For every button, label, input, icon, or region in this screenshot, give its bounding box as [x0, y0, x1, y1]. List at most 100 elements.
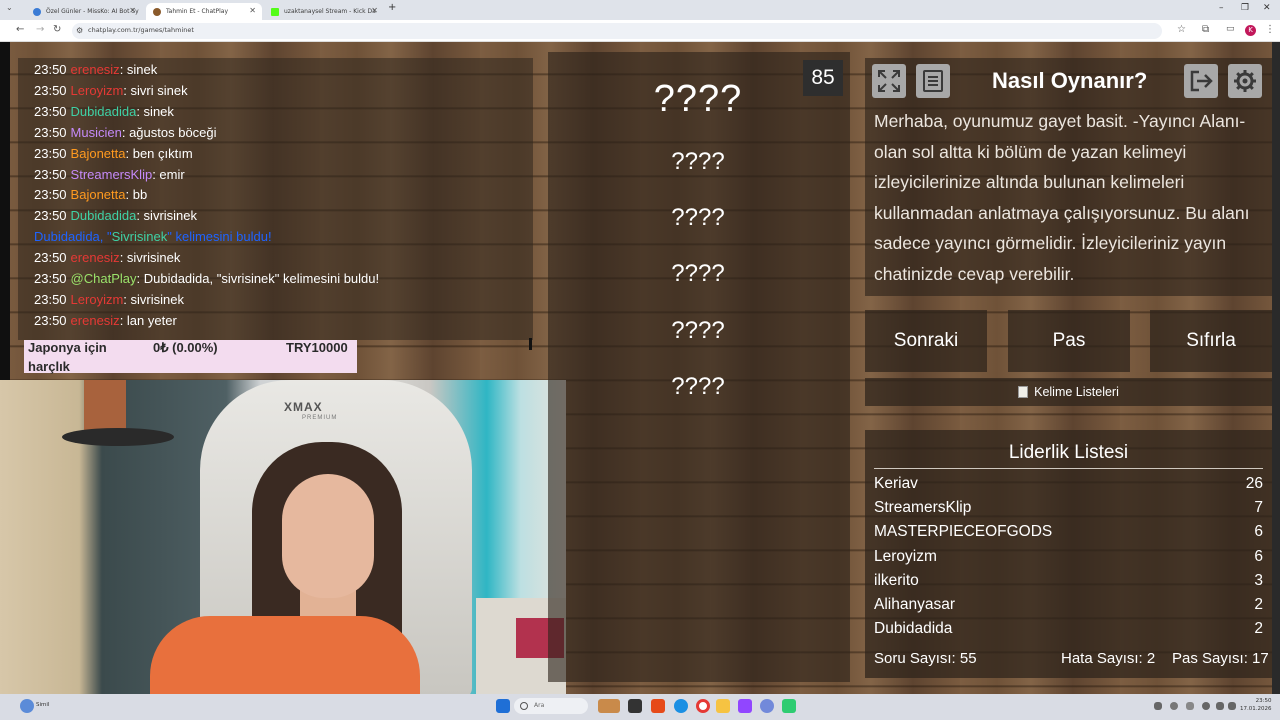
message-username[interactable]: @ChatPlay: [71, 271, 137, 286]
player-score: 6: [1254, 548, 1263, 565]
tab-search-icon[interactable]: ⌄: [6, 3, 13, 12]
widgets-icon[interactable]: [598, 699, 620, 713]
reload-icon[interactable]: ↻: [53, 24, 61, 35]
profile-avatar[interactable]: K: [1245, 25, 1256, 36]
battery-icon[interactable]: [1228, 702, 1236, 710]
exit-button[interactable]: [1184, 64, 1218, 98]
bookmark-star-icon[interactable]: ☆: [1177, 24, 1186, 35]
reset-button[interactable]: Sıfırla: [1150, 310, 1272, 372]
word-panel: ???? ???? ???? ???? ???? ????: [548, 52, 850, 682]
os-taskbar: Simil Ara 23:50 17.01.2026: [0, 694, 1280, 720]
search-label: Ara: [534, 702, 545, 709]
chat-message: 23:50 Bajonetta: ben çıktım: [34, 146, 193, 161]
message-username[interactable]: Bajonetta: [71, 187, 126, 202]
message-time: 23:50: [34, 208, 67, 224]
player-name: Leroyizm: [874, 548, 937, 565]
tab-misskow[interactable]: Özel Günler - MissKo: AI Bot Sy ✕: [26, 3, 142, 20]
taskbar-clock[interactable]: 23:50 17.01.2026: [1240, 697, 1272, 713]
sidebar-icon[interactable]: ▭: [1226, 24, 1235, 34]
message-username[interactable]: erenesiz: [71, 313, 120, 328]
file-explorer-icon[interactable]: [716, 699, 730, 713]
message-text: : sinek: [136, 103, 174, 119]
chrome-icon[interactable]: [696, 699, 710, 713]
forward-icon[interactable]: →: [36, 24, 44, 35]
close-tab-icon[interactable]: ✕: [249, 6, 256, 15]
next-button[interactable]: Sonraki: [865, 310, 987, 372]
leaderboard-row: MASTERPIECEOFGODS 6: [874, 523, 1263, 545]
word-lists-button[interactable]: Kelime Listeleri: [865, 378, 1272, 406]
error-count: Hata Sayısı: 2: [1061, 650, 1156, 667]
tab-kick[interactable]: uzaktanaysel Stream - Kick Da ✕: [264, 3, 384, 20]
donation-goal: TRY10000: [286, 340, 348, 355]
edge-icon[interactable]: [674, 699, 688, 713]
chat-message: 23:50 @ChatPlay: Dubidadida, "sivrisinek"…: [34, 271, 379, 286]
tray-icon[interactable]: [1186, 702, 1194, 710]
player-name: ilkerito: [874, 572, 919, 589]
message-username[interactable]: Leroyizm: [71, 292, 124, 307]
twitch-icon[interactable]: [738, 699, 752, 713]
settings-button[interactable]: [1228, 64, 1262, 98]
app-icon[interactable]: [782, 699, 796, 713]
notes-icon: [923, 70, 943, 92]
menu-icon[interactable]: ⋮: [1265, 24, 1275, 35]
chat-message: 23:50 Leroyizm: sivrisinek: [34, 292, 184, 307]
leaderboard-row: ilkerito 3: [874, 572, 1263, 594]
message-text: : emir: [152, 166, 185, 182]
message-username[interactable]: Dubidadida: [71, 104, 137, 119]
url-field[interactable]: [72, 23, 1162, 39]
weather-icon[interactable]: [20, 699, 34, 713]
tray-icon[interactable]: [1170, 702, 1178, 710]
fullscreen-icon: [878, 70, 900, 92]
close-window-button[interactable]: ✕: [1263, 3, 1271, 13]
discord-icon[interactable]: [760, 699, 774, 713]
forbidden-word: ????: [671, 148, 725, 175]
tab-title: uzaktanaysel Stream - Kick Da: [284, 8, 376, 15]
chat-message: 23:50 Dubidadida: sinek: [34, 104, 174, 119]
player-score: 2: [1254, 620, 1263, 637]
message-username[interactable]: erenesiz: [71, 250, 120, 265]
fullscreen-button[interactable]: [872, 64, 906, 98]
pass-button[interactable]: Pas: [1008, 310, 1130, 372]
message-time: 23:50: [34, 250, 67, 266]
message-text: : ağustos böceği: [121, 124, 217, 140]
task-view-icon[interactable]: [628, 699, 642, 713]
chat-message: 23:50 Bajonetta: bb: [34, 187, 147, 202]
minimize-button[interactable]: –: [1219, 3, 1224, 13]
close-tab-icon[interactable]: ✕: [129, 6, 136, 15]
forbidden-word: ????: [671, 317, 725, 344]
leaderboard-row: Keriav 26: [874, 475, 1263, 497]
chat-message: 23:50 Dubidadida: sivrisinek: [34, 208, 197, 223]
system-text: Dubidadida, ": [34, 229, 112, 245]
help-text: Merhaba, oyunumuz gayet basit. -Yayıncı …: [874, 111, 1250, 284]
message-username[interactable]: StreamersKlip: [71, 167, 153, 182]
site-info-icon[interactable]: ⚙: [76, 26, 83, 35]
copilot-icon[interactable]: [651, 699, 665, 713]
message-username[interactable]: Musicien: [71, 125, 122, 140]
restore-button[interactable]: ❐: [1241, 3, 1249, 13]
player-name: MASTERPIECEOFGODS: [874, 523, 1053, 540]
extensions-icon[interactable]: ⧉: [1202, 24, 1209, 35]
tab-chatplay[interactable]: Tahmin Et - ChatPlay ✕: [146, 3, 262, 20]
message-username[interactable]: Bajonetta: [71, 146, 126, 161]
donation-amount: 0₺ (0.00%): [153, 340, 218, 355]
back-icon[interactable]: ←: [16, 24, 24, 35]
start-icon[interactable]: [496, 699, 510, 713]
notes-button[interactable]: [916, 64, 950, 98]
message-username[interactable]: erenesiz: [71, 62, 120, 77]
chat-scrollbar[interactable]: [529, 338, 532, 350]
wifi-icon[interactable]: [1202, 702, 1210, 710]
pass-count: Pas Sayısı: 17: [1172, 650, 1269, 667]
weather-label: Simil: [36, 702, 50, 708]
donation-label: Japonya için: [28, 340, 107, 355]
tray-chevron-icon[interactable]: [1154, 702, 1162, 710]
close-tab-icon[interactable]: ✕: [371, 6, 378, 15]
message-username[interactable]: Leroyizm: [71, 83, 124, 98]
new-tab-button[interactable]: +: [388, 2, 396, 13]
message-username[interactable]: Dubidadida: [71, 208, 137, 223]
message-time: 23:50: [34, 166, 67, 182]
tab-favicon-icon: [153, 8, 161, 16]
chat-message: 23:50 erenesiz: sinek: [34, 62, 157, 77]
message-time: 23:50: [34, 62, 67, 77]
volume-icon[interactable]: [1216, 702, 1224, 710]
player-name: Keriav: [874, 475, 918, 492]
